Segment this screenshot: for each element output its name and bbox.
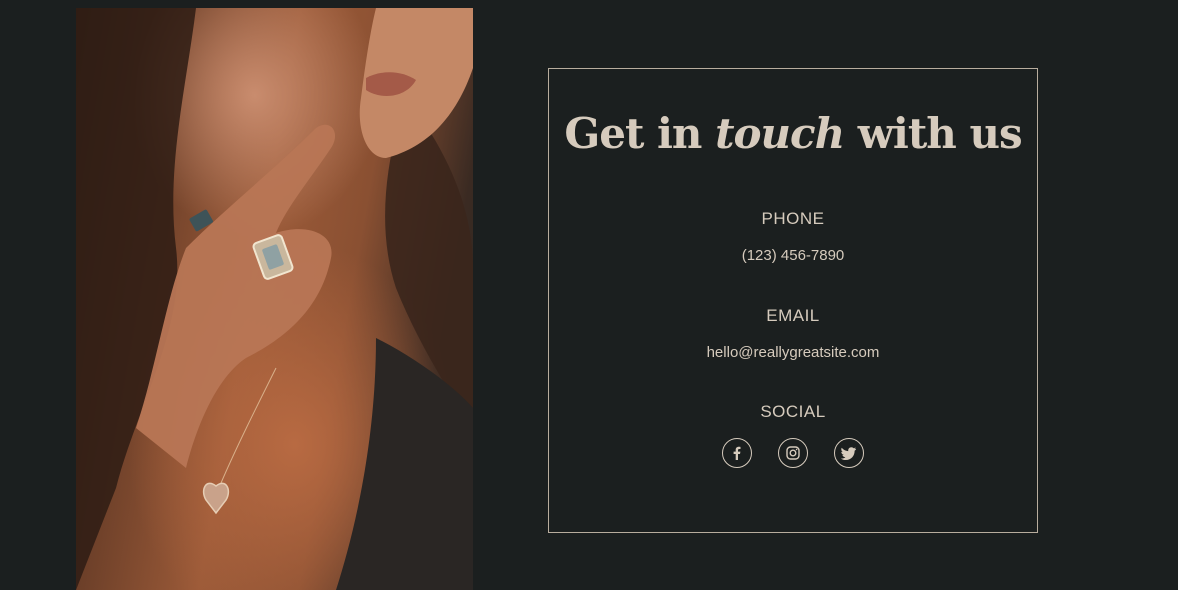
instagram-button[interactable] bbox=[778, 438, 808, 468]
phone-value[interactable]: (123) 456-7890 bbox=[549, 247, 1037, 264]
page-title: Get in touch with us bbox=[549, 109, 1037, 158]
social-links bbox=[549, 438, 1037, 468]
email-value[interactable]: hello@reallygreatsite.com bbox=[549, 344, 1037, 361]
headline-part1: Get in bbox=[564, 109, 702, 158]
headline-part2: with us bbox=[857, 109, 1023, 158]
twitter-button[interactable] bbox=[834, 438, 864, 468]
twitter-icon bbox=[841, 447, 856, 460]
facebook-icon bbox=[733, 446, 741, 460]
instagram-icon bbox=[786, 446, 800, 460]
email-label: EMAIL bbox=[766, 306, 820, 325]
headline-italic: touch bbox=[715, 109, 845, 158]
phone-label: PHONE bbox=[761, 209, 825, 228]
contact-card: Get in touch with us PHONE (123) 456-789… bbox=[548, 68, 1038, 533]
contact-page: Get in touch with us PHONE (123) 456-789… bbox=[0, 0, 1178, 590]
social-label: SOCIAL bbox=[760, 402, 826, 421]
jewelry-model-photo bbox=[76, 8, 473, 590]
photo-illustration bbox=[76, 8, 473, 590]
facebook-button[interactable] bbox=[722, 438, 752, 468]
